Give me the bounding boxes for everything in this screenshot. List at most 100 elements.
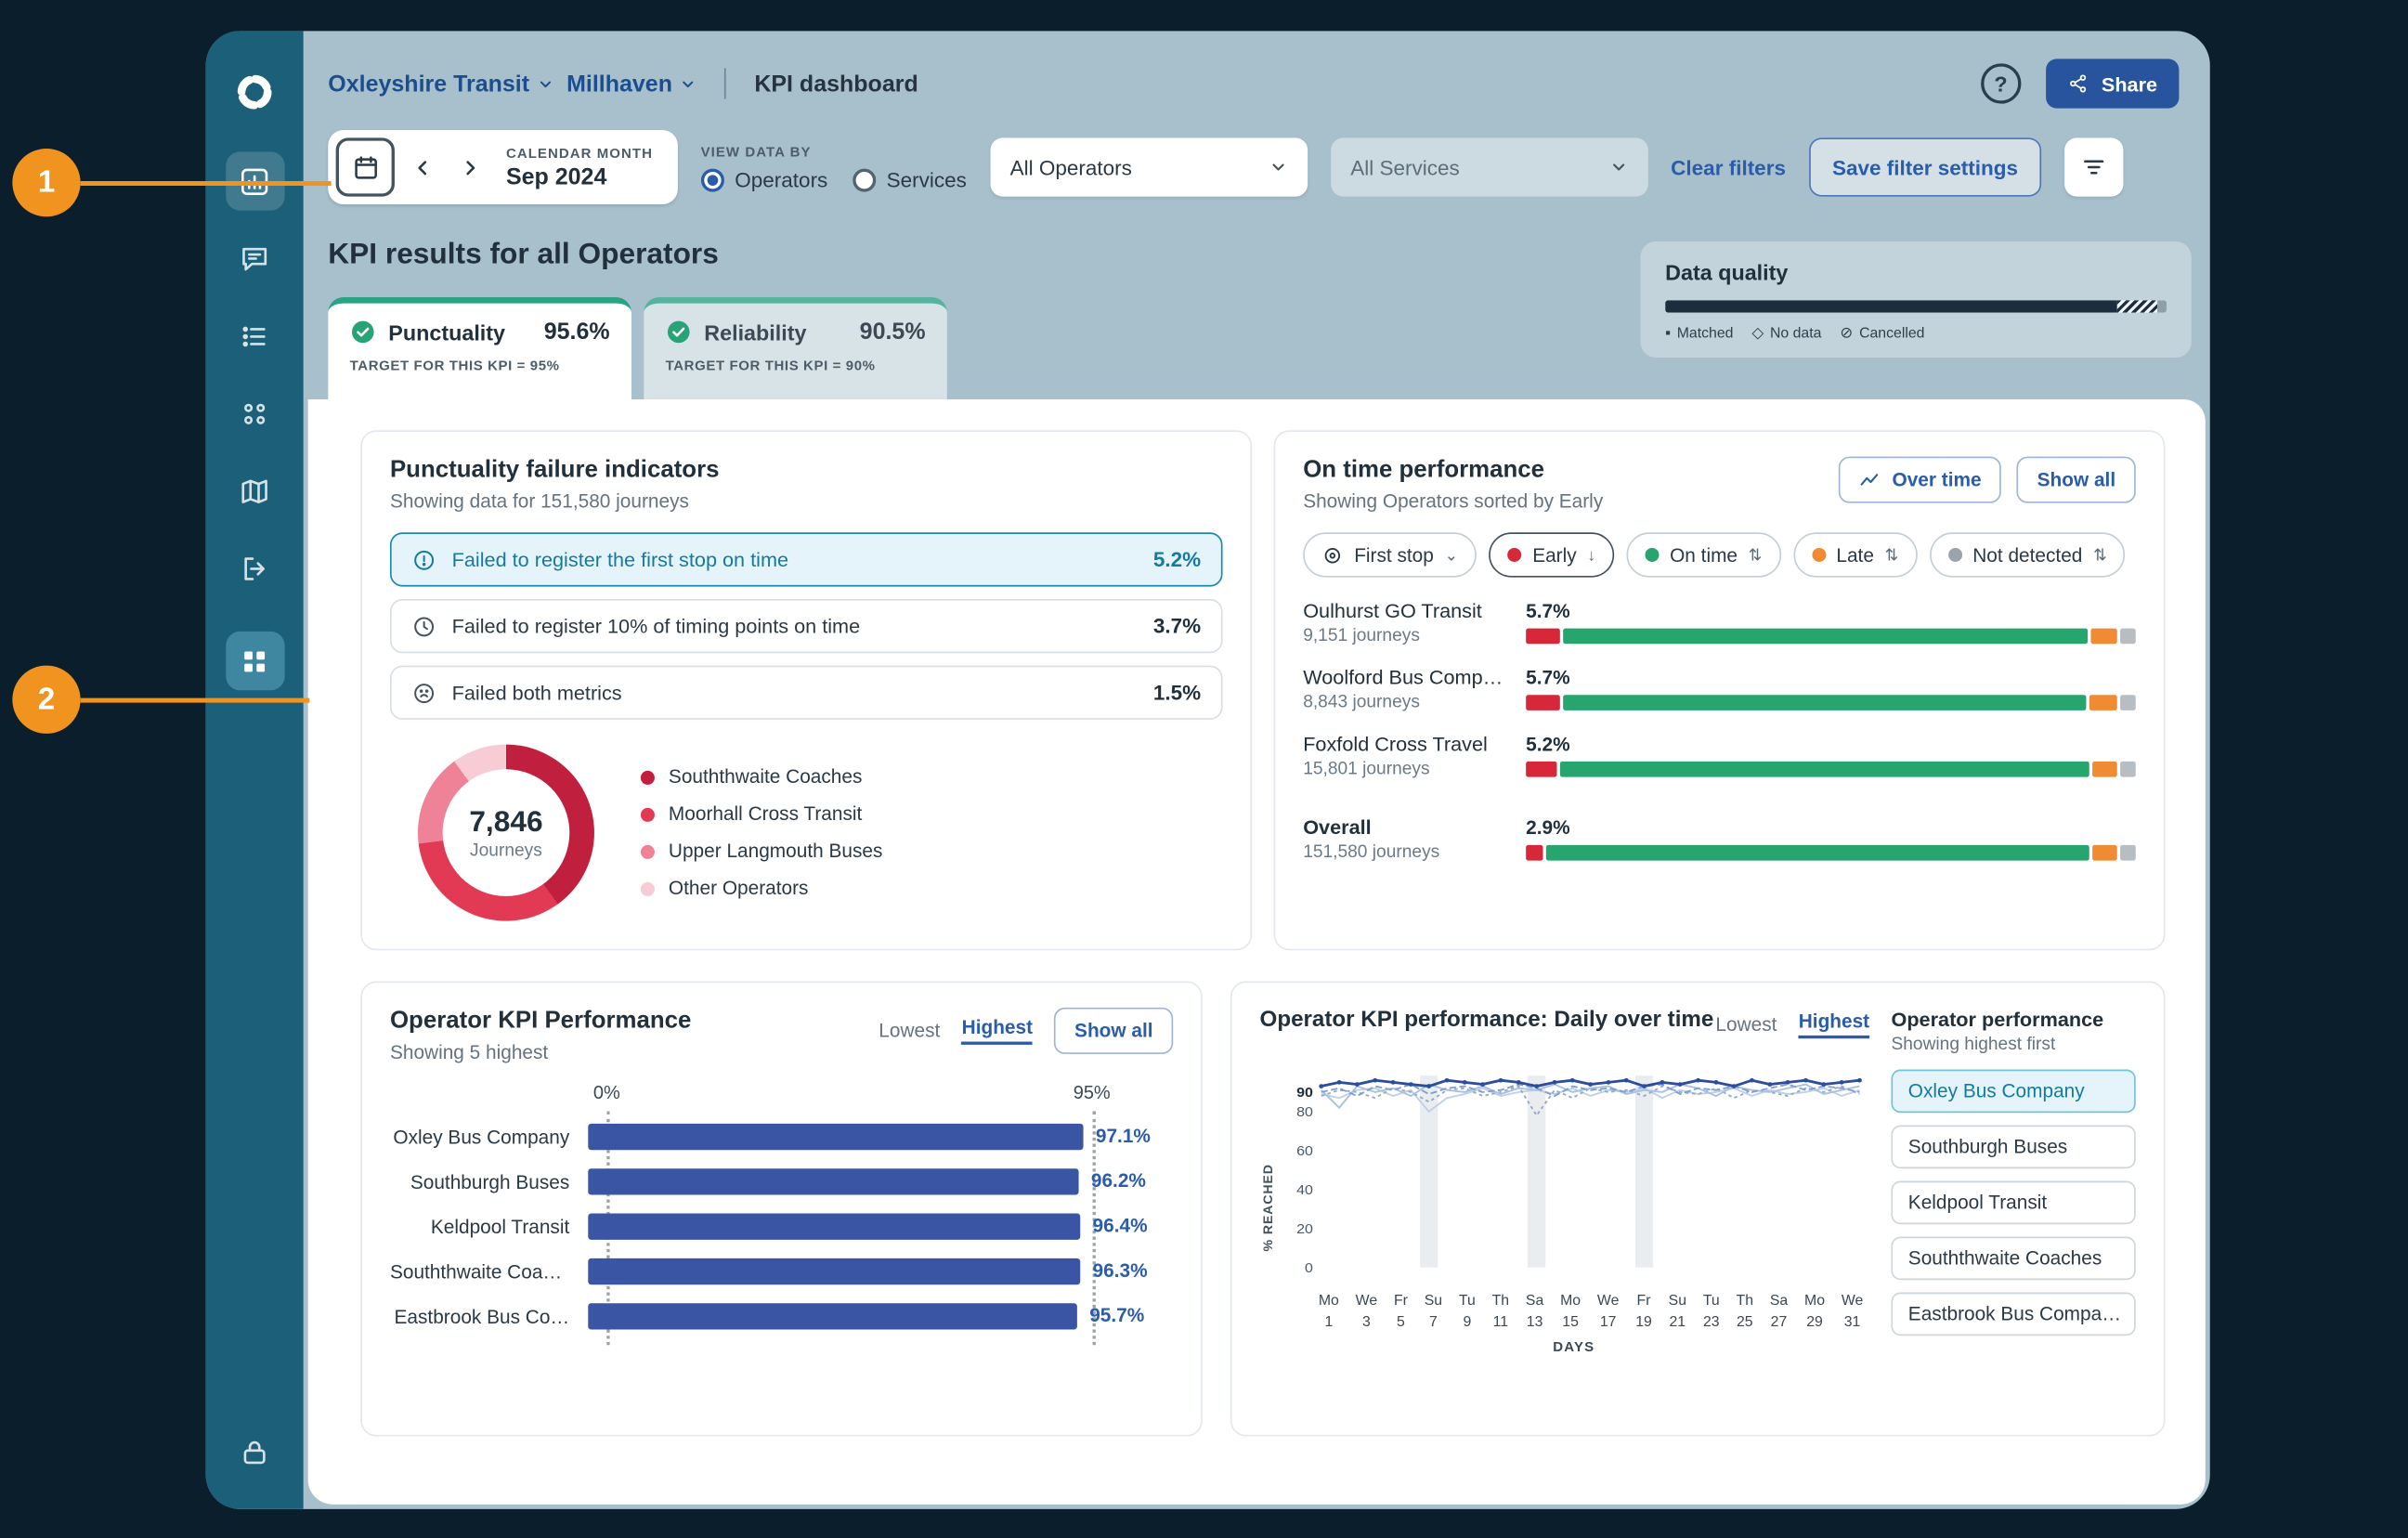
card-subtitle: Showing data for 151,580 journeys — [390, 490, 1223, 512]
clear-filters-button[interactable]: Clear filters — [1671, 155, 1786, 178]
bar-rows: Oxley Bus Company97.1%Southburgh Buses96… — [390, 1114, 1173, 1339]
x-tick: Fr 5 — [1394, 1293, 1408, 1332]
share-button[interactable]: Share — [2046, 59, 2180, 108]
highest-toggle[interactable]: Highest — [962, 1017, 1033, 1045]
x-tick: We31 — [1842, 1293, 1863, 1332]
nav-reports[interactable] — [225, 306, 283, 365]
breadcrumb-area[interactable]: Millhaven — [566, 71, 697, 97]
operator-name: Oulhurst GO Transit — [1303, 599, 1510, 622]
nav-feedback[interactable] — [225, 229, 283, 288]
calendar-month-value: Sep 2024 — [506, 163, 653, 189]
operator-list-item[interactable]: Southburgh Buses — [1891, 1126, 2135, 1169]
chip-on-time[interactable]: On time ⇅ — [1626, 532, 1780, 577]
lowest-toggle[interactable]: Lowest — [1715, 1014, 1777, 1036]
chip-not-detected[interactable]: Not detected⇅ — [1930, 532, 2126, 577]
frown-icon — [411, 680, 436, 705]
early-percent-label: 5.7% — [1526, 601, 2136, 622]
chip-late[interactable]: Late⇅ — [1793, 532, 1918, 577]
ontime-row: Foxfold Cross Travel15,801 journeys5.2% — [1303, 732, 2136, 778]
tick-day: Mo — [1804, 1293, 1825, 1310]
sidebar — [206, 31, 304, 1509]
tab-reliability[interactable]: Reliability 90.5% TARGET FOR THIS KPI = … — [644, 297, 947, 399]
chip-label: On time — [1670, 544, 1738, 566]
prev-month-button[interactable] — [404, 144, 441, 190]
content-panel: Punctuality failure indicators Showing d… — [308, 399, 2206, 1505]
bar-category-label: Souththwaite Coac… — [390, 1260, 588, 1282]
bar-segment-on-time — [1563, 629, 2088, 645]
operator-show-all-button[interactable]: Show all — [1054, 1008, 1173, 1054]
failure-indicator[interactable]: Failed to register 10% of timing points … — [390, 599, 1223, 653]
tab-target: TARGET FOR THIS KPI = 90% — [666, 358, 926, 373]
legend-label: Souththwaite Coaches — [669, 766, 862, 788]
x-tick: Fr19 — [1635, 1293, 1652, 1332]
nav-map[interactable] — [225, 462, 283, 520]
data-quality-title: Data quality — [1665, 260, 2167, 285]
x-tick: Mo29 — [1804, 1293, 1825, 1332]
over-time-button[interactable]: Over time — [1838, 457, 2001, 503]
nav-services[interactable] — [225, 384, 283, 442]
lowest-toggle[interactable]: Lowest — [879, 1020, 940, 1041]
x-tick: Mo15 — [1560, 1293, 1581, 1332]
bar-row: Keldpool Transit96.4% — [390, 1205, 1173, 1249]
operators-dropdown[interactable]: All Operators — [990, 137, 1308, 196]
operator-list-item[interactable]: Souththwaite Coaches — [1891, 1237, 2135, 1281]
bar-category-label: Oxley Bus Company — [390, 1126, 588, 1147]
ontime-show-all-button[interactable]: Show all — [2017, 457, 2136, 503]
calendar-button[interactable] — [336, 137, 395, 196]
bar-value-label: 96.4% — [1093, 1214, 1148, 1240]
operator-list: Oxley Bus Company Southburgh Buses Keldpoo… — [1891, 1070, 2135, 1336]
tab-value: 95.6% — [544, 319, 610, 345]
next-month-button[interactable] — [450, 144, 488, 190]
status-dot-icon — [1948, 548, 1962, 562]
failure-indicator[interactable]: Failed to register the first stop on tim… — [390, 532, 1223, 586]
nav-sign-out[interactable] — [225, 539, 283, 597]
operator-block: Foxfold Cross Travel15,801 journeys — [1303, 732, 1510, 778]
operator-list-item[interactable]: Eastbrook Bus Compa… — [1891, 1293, 2135, 1336]
x-tick: Th11 — [1492, 1293, 1509, 1332]
help-button[interactable]: ? — [1981, 63, 2021, 103]
show-all-label: Show all — [2037, 469, 2115, 490]
filter-settings-button[interactable] — [2064, 137, 2123, 196]
sort-arrow-icon: ⇅ — [1885, 545, 1899, 564]
kpi-bar — [588, 1258, 1080, 1284]
radio-operators[interactable]: Operators — [701, 168, 828, 191]
annotation-callout-2: 2 — [12, 666, 80, 734]
nav-app-switcher[interactable] — [225, 632, 283, 690]
annotation-number-1: 1 — [12, 149, 80, 216]
svg-text:40: 40 — [1296, 1182, 1313, 1197]
sort-arrow-icon: ⇅ — [1749, 545, 1763, 564]
tick-date: 13 — [1527, 1314, 1543, 1331]
tick-date: 5 — [1397, 1314, 1405, 1331]
svg-text:60: 60 — [1296, 1143, 1313, 1158]
tab-label: Punctuality — [388, 319, 505, 345]
ontime-row: Overall151,580 journeys2.9% — [1303, 815, 2136, 862]
line-chart-svg: 90806040200 — [1279, 1061, 1870, 1290]
donut-center: 7,846 Journeys — [443, 769, 570, 896]
failure-indicator[interactable]: Failed both metrics1.5% — [390, 666, 1223, 720]
indicator-label: Failed to register 10% of timing points … — [452, 615, 861, 638]
bar-segment-early — [1526, 629, 1560, 645]
highest-toggle[interactable]: Highest — [1799, 1010, 1869, 1038]
operator-list-item[interactable]: Oxley Bus Company — [1891, 1070, 2135, 1114]
chevron-down-icon — [1609, 158, 1628, 176]
operator-list-item[interactable]: Keldpool Transit — [1891, 1181, 2135, 1225]
save-filter-settings-button[interactable]: Save filter settings — [1809, 137, 2041, 196]
services-dropdown[interactable]: All Services — [1331, 137, 1648, 196]
tick-date: 7 — [1429, 1314, 1438, 1331]
first-stop-dropdown[interactable]: First stop ⌄ — [1303, 532, 1477, 577]
app-window: Oxleyshire Transit Millhaven KPI dashboa… — [206, 31, 2210, 1509]
tab-target: TARGET FOR THIS KPI = 95% — [350, 358, 610, 373]
journeys-count: 15,801 journeys — [1303, 760, 1510, 778]
tick-date: 19 — [1635, 1314, 1652, 1331]
radio-services[interactable]: Services — [853, 168, 967, 191]
nav-lock[interactable] — [225, 1423, 283, 1481]
radio-dot-icon — [853, 168, 876, 191]
svg-text:0: 0 — [1305, 1260, 1313, 1275]
chip-early[interactable]: Early↓ — [1490, 532, 1615, 577]
tick-day: Fr — [1394, 1293, 1408, 1310]
card-subtitle: Showing 5 highest — [390, 1042, 691, 1063]
breadcrumb-divider — [725, 68, 727, 98]
operator-name: Woolford Bus Comp… — [1303, 666, 1510, 689]
tab-punctuality[interactable]: Punctuality 95.6% TARGET FOR THIS KPI = … — [328, 297, 631, 399]
breadcrumb-org[interactable]: Oxleyshire Transit — [328, 71, 553, 97]
